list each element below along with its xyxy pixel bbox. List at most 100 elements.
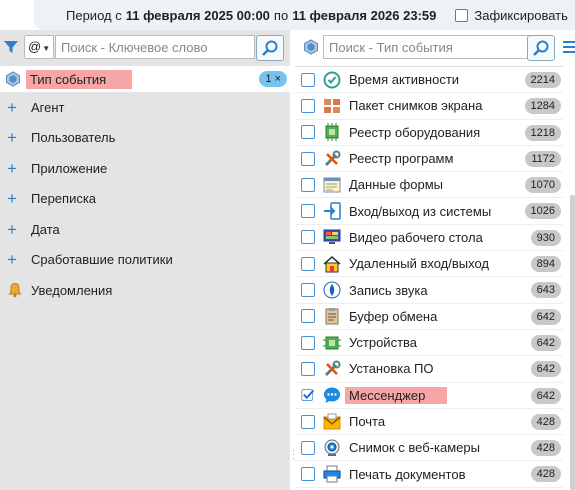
event-row[interactable]: Пакет снимков экрана 1284 (295, 93, 563, 120)
software-tools-icon (323, 150, 341, 168)
event-label: Устройства (349, 335, 418, 351)
tree-item-application[interactable]: + Приложение (0, 153, 290, 184)
period-to: 11 февраля 2026 23:59 (292, 7, 437, 23)
event-count-badge: 1218 (524, 124, 561, 141)
event-label: Вход/выход из системы (349, 203, 492, 219)
event-count-badge: 428 (530, 440, 561, 457)
event-checkbox[interactable] (301, 230, 315, 245)
event-checkbox[interactable] (301, 361, 315, 376)
event-count-badge: 1172 (525, 150, 561, 167)
event-checkbox[interactable] (301, 256, 315, 271)
type-search-input[interactable] (323, 35, 548, 59)
fix-checkbox[interactable] (455, 8, 469, 22)
type-search-button[interactable] (527, 35, 555, 61)
event-label: Почта (349, 414, 386, 429)
fix-label: Зафиксировать (474, 7, 568, 23)
event-label: Данные формы (349, 177, 444, 193)
event-checkbox[interactable] (301, 335, 315, 350)
event-row[interactable]: Вход/выход из системы 1026 (295, 198, 563, 225)
tree-item-notifications[interactable]: Уведомления (0, 275, 290, 306)
hexagon-icon (6, 71, 20, 87)
event-row[interactable]: Печать документов 428 (295, 461, 563, 488)
event-row[interactable]: Мессенджер 642 (295, 383, 563, 409)
event-count-badge: 930 (530, 229, 561, 246)
remote-login-icon (323, 255, 341, 273)
clipboard-icon (323, 307, 341, 325)
event-checkbox[interactable] (301, 72, 315, 87)
tree-item-correspondence[interactable]: + Переписка (0, 184, 290, 215)
tree-item-agent[interactable]: + Агент (0, 92, 290, 123)
filter-icon[interactable] (3, 39, 19, 55)
panel-resize-handle[interactable]: · · · (292, 446, 295, 463)
plus-icon: + (7, 158, 17, 178)
plus-icon: + (7, 189, 17, 209)
devices-chip-icon (323, 334, 341, 352)
event-row[interactable]: Запись звука 643 (295, 277, 563, 304)
event-row[interactable]: Данные формы 1070 (295, 172, 563, 199)
tree-item-label: Пользователь (31, 130, 116, 146)
screenshots-icon (323, 97, 341, 115)
webcam-icon (323, 439, 341, 457)
tree-item-label: Сработавшие политики (31, 252, 173, 268)
event-count-badge: 642 (530, 334, 561, 351)
event-checkbox[interactable] (301, 151, 315, 166)
event-row[interactable]: Удаленный вход/выход 894 (295, 251, 563, 278)
tree-item-label: Приложение (31, 160, 108, 176)
tree-item-event-type[interactable]: Тип события 1 × (0, 66, 290, 92)
type-search-row (295, 33, 575, 61)
event-count-badge: 428 (530, 466, 561, 483)
event-type-list: Время активности 2214 Пакет снимков экрана… (295, 66, 563, 488)
tree-item-date[interactable]: + Дата (0, 214, 290, 245)
mail-icon (323, 413, 341, 431)
period-text[interactable]: Период с 11 февраля 2025 00:00 по 11 фев… (34, 0, 575, 30)
event-checkbox[interactable] (301, 309, 315, 324)
keyword-search-input[interactable] (55, 35, 255, 59)
event-checkbox[interactable] (301, 125, 315, 140)
event-row[interactable]: Видео рабочего стола 930 (295, 225, 563, 252)
event-count-badge: 1026 (524, 203, 561, 220)
event-checkbox[interactable] (301, 204, 315, 219)
tree-item-user[interactable]: + Пользователь (0, 123, 290, 154)
selected-count: 1 (265, 73, 272, 85)
hexagon-icon (304, 39, 318, 55)
scrollbar[interactable] (570, 195, 575, 490)
event-row[interactable]: Снимок с веб-камеры 428 (295, 435, 563, 462)
event-row[interactable]: Реестр оборудования 1218 (295, 120, 563, 146)
event-label: Печать документов (349, 466, 466, 482)
tree-item-triggered-policies[interactable]: + Сработавшие политики (0, 245, 290, 276)
event-count-badge: 642 (530, 361, 561, 378)
login-icon (323, 202, 341, 220)
chevron-down-icon: ▼ (42, 44, 51, 53)
plus-icon: + (7, 97, 17, 117)
event-count-badge: 642 (530, 387, 561, 404)
bell-icon (7, 282, 31, 298)
messenger-icon (323, 386, 341, 404)
event-row[interactable]: Реестр программ 1172 (295, 146, 563, 173)
event-row[interactable]: Время активности 2214 (295, 67, 563, 94)
keyword-search-button[interactable] (256, 35, 284, 61)
event-row[interactable]: Установка ПО 642 (295, 356, 563, 383)
event-row[interactable]: Устройства 642 (295, 330, 563, 357)
sound-record-icon (323, 281, 341, 299)
event-row[interactable]: Почта 428 (295, 409, 563, 436)
event-checkbox[interactable] (301, 467, 315, 482)
event-label: Установка ПО (349, 361, 434, 377)
activity-clock-icon (323, 71, 341, 89)
event-checkbox[interactable] (301, 440, 315, 455)
event-checkbox[interactable] (301, 283, 315, 298)
checked-checkbox[interactable] (301, 388, 315, 402)
remove-icon[interactable]: × (275, 73, 281, 85)
keyword-search-row: @▼ (0, 33, 290, 61)
install-tools-icon (323, 360, 341, 378)
tree-item-label: Переписка (31, 191, 97, 207)
menu-icon[interactable] (563, 41, 575, 56)
event-count-badge: 1070 (524, 177, 561, 194)
search-mode-select[interactable]: @▼ (24, 35, 54, 59)
event-label: Удаленный вход/выход (349, 256, 489, 272)
selected-count-badge[interactable]: 1 × (259, 71, 287, 87)
event-checkbox[interactable] (301, 98, 315, 113)
event-row[interactable]: Буфер обмена 642 (295, 304, 563, 330)
event-checkbox[interactable] (301, 414, 315, 429)
event-checkbox[interactable] (301, 177, 315, 192)
event-count-badge: 428 (530, 413, 561, 430)
